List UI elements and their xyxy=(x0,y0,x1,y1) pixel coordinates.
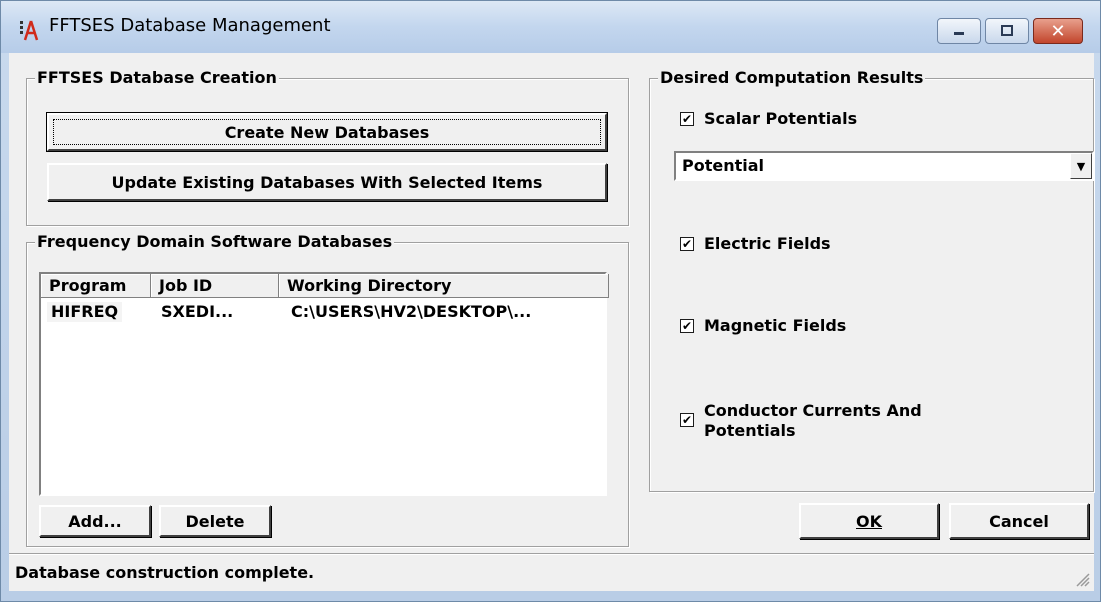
database-creation-title-text: FFTSES Database Creation xyxy=(37,68,277,87)
electric-fields-check[interactable]: ✔ xyxy=(680,237,694,251)
frequency-domain-databases-title: Frequency Domain Software Databases xyxy=(35,232,395,252)
electric-fields-checkbox[interactable]: ✔ Electric Fields xyxy=(680,234,831,254)
add-button[interactable]: Add... xyxy=(39,505,151,537)
computation-results-title-text: Desired Computation Results xyxy=(660,68,924,87)
list-header: Program Job ID Working Directory xyxy=(41,274,609,298)
magnetic-fields-checkbox[interactable]: ✔ Magnetic Fields xyxy=(680,316,846,336)
electric-fields-label: Electric Fields xyxy=(704,234,831,253)
computation-results-title: Desired Computation Results xyxy=(658,68,926,88)
magnetic-fields-label: Magnetic Fields xyxy=(704,316,847,335)
cell-program: HIFREQ xyxy=(47,302,123,322)
status-text: Database construction complete. xyxy=(15,563,315,582)
focus-rect xyxy=(53,119,601,145)
database-creation-title: FFTSES Database Creation xyxy=(35,68,279,88)
conductor-currents-label: Conductor Currents And Potentials xyxy=(704,401,922,441)
database-creation-group: FFTSES Database Creation Create New Data… xyxy=(26,68,629,226)
delete-button-label: Delete xyxy=(185,511,245,531)
scalar-potentials-checkbox[interactable]: ✔ Scalar Potentials xyxy=(680,109,857,129)
computation-results-group: Desired Computation Results ✔ Scalar Pot… xyxy=(649,68,1094,492)
add-button-label: Add... xyxy=(68,511,122,531)
column-working-directory-label: Working Directory xyxy=(287,276,452,295)
update-existing-databases-button[interactable]: Update Existing Databases With Selected … xyxy=(47,163,607,201)
column-job-id-label: Job ID xyxy=(159,276,213,295)
cell-working-directory: C:\USERS\HV2\DESKTOP\... xyxy=(291,302,532,321)
cancel-button[interactable]: Cancel xyxy=(949,503,1089,539)
close-icon: ✕ xyxy=(1050,20,1066,42)
minimize-button[interactable] xyxy=(937,18,981,44)
window-title: FFTSES Database Management xyxy=(49,15,331,36)
databases-list[interactable]: Program Job ID Working Directory HIFREQ … xyxy=(39,272,609,496)
dialog-client-area: FFTSES Database Creation Create New Data… xyxy=(9,53,1094,591)
resize-grip-icon[interactable] xyxy=(1074,571,1090,587)
conductor-currents-check[interactable]: ✔ xyxy=(680,413,694,427)
ok-button-label: OK xyxy=(856,511,882,531)
cell-job-id: SXEDI... xyxy=(161,302,234,321)
frequency-domain-databases-group: Frequency Domain Software Databases Prog… xyxy=(26,232,629,547)
conductor-currents-label-line1: Conductor Currents And xyxy=(704,401,922,420)
create-new-databases-button[interactable]: Create New Databases xyxy=(46,112,608,152)
dropdown-arrow-icon: ▼ xyxy=(1076,159,1086,173)
ok-button[interactable]: OK xyxy=(799,503,939,539)
column-header-program[interactable]: Program xyxy=(41,274,151,298)
app-icon xyxy=(20,20,39,41)
update-existing-databases-label: Update Existing Databases With Selected … xyxy=(111,172,543,192)
app-window: FFTSES Database Management ✕ FFTSES Data… xyxy=(0,0,1101,602)
scalar-potentials-label: Scalar Potentials xyxy=(704,109,858,128)
frequency-domain-databases-title-text: Frequency Domain Software Databases xyxy=(37,232,393,251)
column-header-job-id[interactable]: Job ID xyxy=(151,274,279,298)
maximize-icon xyxy=(1001,25,1013,36)
conductor-currents-checkbox[interactable]: ✔ Conductor Currents And Potentials xyxy=(680,401,922,441)
cancel-button-label: Cancel xyxy=(989,511,1049,531)
status-bar: Database construction complete. xyxy=(9,553,1094,591)
title-bar[interactable]: FFTSES Database Management ✕ xyxy=(1,1,1100,53)
maximize-button[interactable] xyxy=(985,18,1029,44)
column-header-working-directory[interactable]: Working Directory xyxy=(279,274,609,298)
delete-button[interactable]: Delete xyxy=(159,505,271,537)
column-program-label: Program xyxy=(49,276,127,295)
conductor-currents-label-line2: Potentials xyxy=(704,421,796,440)
potential-select[interactable]: Potential ▼ xyxy=(674,151,1094,181)
potential-select-dropdown-button[interactable]: ▼ xyxy=(1070,153,1092,179)
minimize-icon xyxy=(954,32,964,35)
scalar-potentials-check[interactable]: ✔ xyxy=(680,112,694,126)
magnetic-fields-check[interactable]: ✔ xyxy=(680,319,694,333)
close-button[interactable]: ✕ xyxy=(1033,18,1083,44)
potential-select-value: Potential xyxy=(682,156,765,175)
